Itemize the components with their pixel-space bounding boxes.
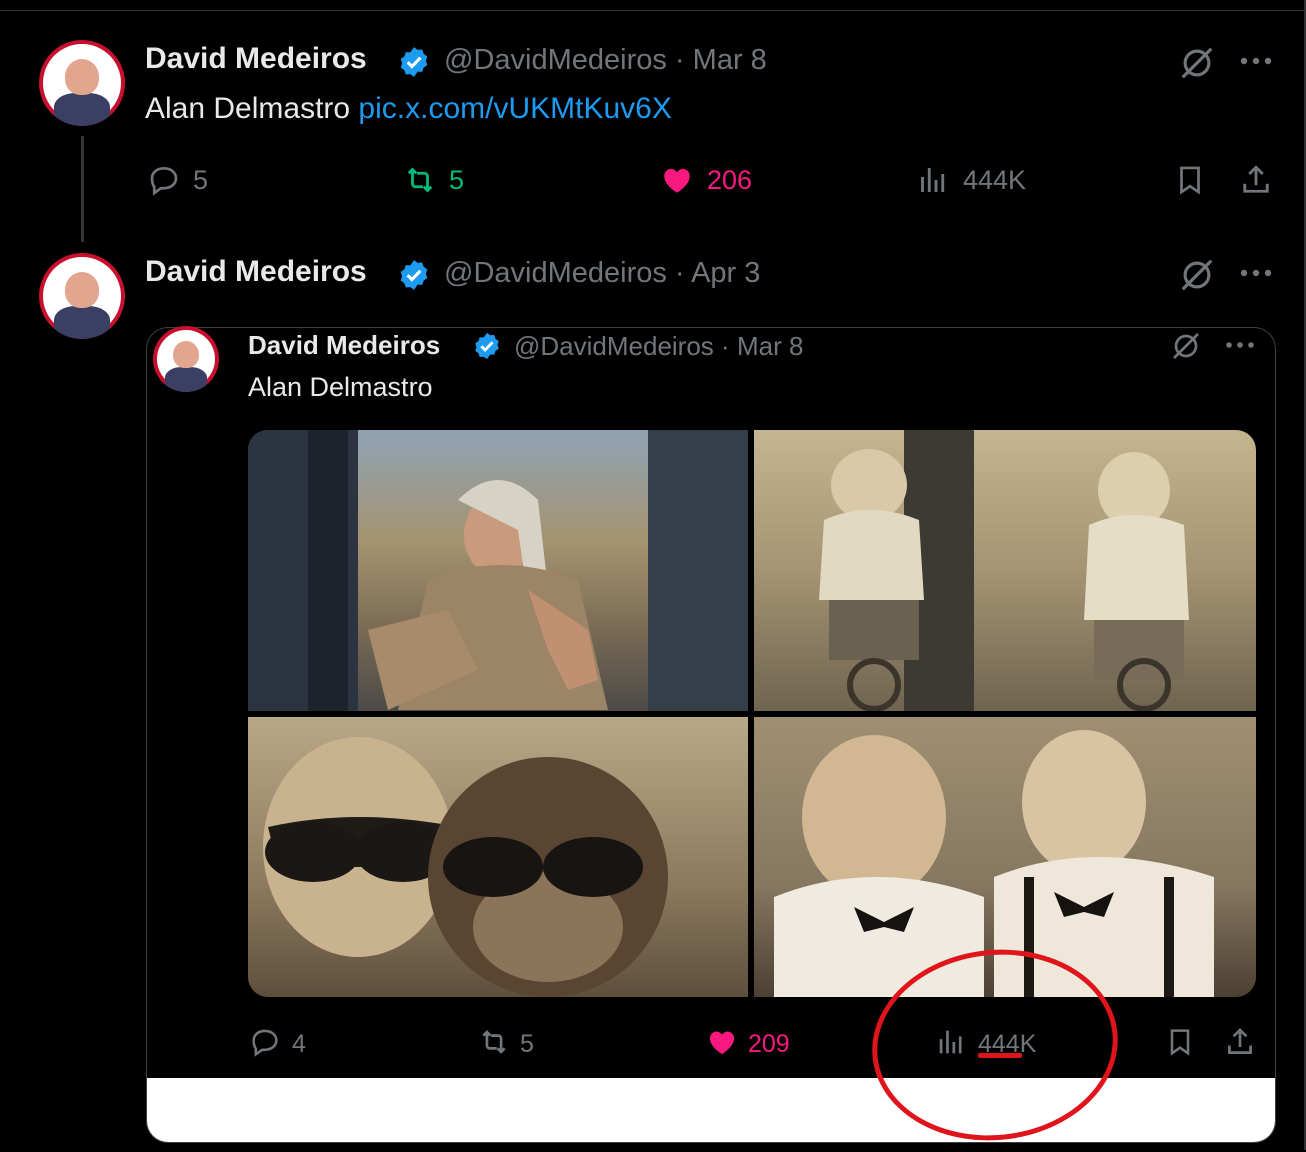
grok-icon[interactable] (1176, 42, 1218, 84)
avatar-person (54, 93, 110, 126)
views-icon[interactable] (913, 160, 953, 200)
media-link[interactable]: pic.x.com/vUKMtKuv6X (358, 92, 671, 125)
retweet-count: 5 (449, 165, 465, 195)
reply-count: 5 (193, 165, 209, 195)
avatar-person (54, 306, 110, 339)
more-icon[interactable] (1236, 258, 1276, 288)
quoted-tweet-text: Alan Delmastro (248, 372, 433, 402)
annotation-underline (978, 1053, 1022, 1058)
grok-icon[interactable] (1168, 328, 1204, 364)
quoted-avatar[interactable] (153, 326, 219, 392)
verified-badge-icon (397, 45, 431, 79)
avatar-face (172, 340, 200, 369)
avatar[interactable] (39, 40, 125, 126)
tweet-date[interactable]: Apr 3 (691, 257, 760, 289)
photo-boy-with-monkey[interactable] (248, 717, 748, 997)
avatar-face (64, 271, 100, 309)
reply-icon[interactable] (144, 160, 184, 200)
thread-connector-line (81, 136, 84, 242)
avatar[interactable] (39, 253, 125, 339)
like-icon[interactable] (702, 1024, 742, 1060)
reply-count: 4 (292, 1030, 306, 1058)
tweet-text-body: Alan Delmastro (145, 92, 351, 125)
verified-badge-icon (397, 258, 431, 292)
avatar-person (164, 366, 208, 392)
verified-badge-icon (472, 331, 502, 361)
bookmark-icon[interactable] (1162, 1024, 1198, 1060)
bookmark-icon[interactable] (1170, 160, 1210, 200)
quoted-author-name[interactable]: David Medeiros (248, 330, 440, 361)
media-grid[interactable] (248, 430, 1256, 997)
top-divider (0, 10, 1306, 11)
separator-dot: · (721, 331, 730, 361)
retweet-icon[interactable] (474, 1024, 514, 1060)
author-name[interactable]: David Medeiros (145, 42, 367, 76)
quoted-author-handle[interactable]: @DavidMedeiros · Mar 8 (514, 331, 803, 362)
tweet-date[interactable]: Mar 8 (737, 331, 803, 361)
photo-kids-on-tricycles[interactable] (754, 430, 1256, 711)
card-bottom-area (147, 1078, 1275, 1142)
retweet-icon[interactable] (398, 160, 442, 200)
tweet-text: Alan Delmastro pic.x.com/vUKMtKuv6X (145, 92, 672, 126)
handle-text[interactable]: @DavidMedeiros (444, 257, 667, 289)
author-handle[interactable]: @DavidMedeiros · Mar 8 (444, 44, 767, 77)
handle-text[interactable]: @DavidMedeiros (444, 44, 667, 76)
retweet-count: 5 (520, 1030, 534, 1058)
separator-dot: · (674, 257, 685, 289)
share-icon[interactable] (1236, 160, 1276, 200)
grok-icon[interactable] (1176, 254, 1218, 296)
avatar-face (64, 58, 100, 96)
more-icon[interactable] (1236, 46, 1276, 76)
like-count: 209 (748, 1030, 790, 1058)
separator-dot: · (674, 44, 685, 76)
like-count: 206 (707, 165, 753, 195)
views-count: 444K (963, 165, 1027, 195)
share-icon[interactable] (1222, 1024, 1258, 1060)
reply-icon[interactable] (246, 1024, 284, 1060)
like-icon[interactable] (656, 160, 698, 200)
more-icon[interactable] (1222, 332, 1258, 358)
author-name[interactable]: David Medeiros (145, 255, 367, 289)
photo-soldier-in-vehicle[interactable] (248, 430, 748, 711)
tweet-date[interactable]: Mar 8 (693, 44, 767, 76)
author-handle[interactable]: @DavidMedeiros · Apr 3 (444, 257, 760, 290)
handle-text[interactable]: @DavidMedeiros (514, 331, 714, 361)
